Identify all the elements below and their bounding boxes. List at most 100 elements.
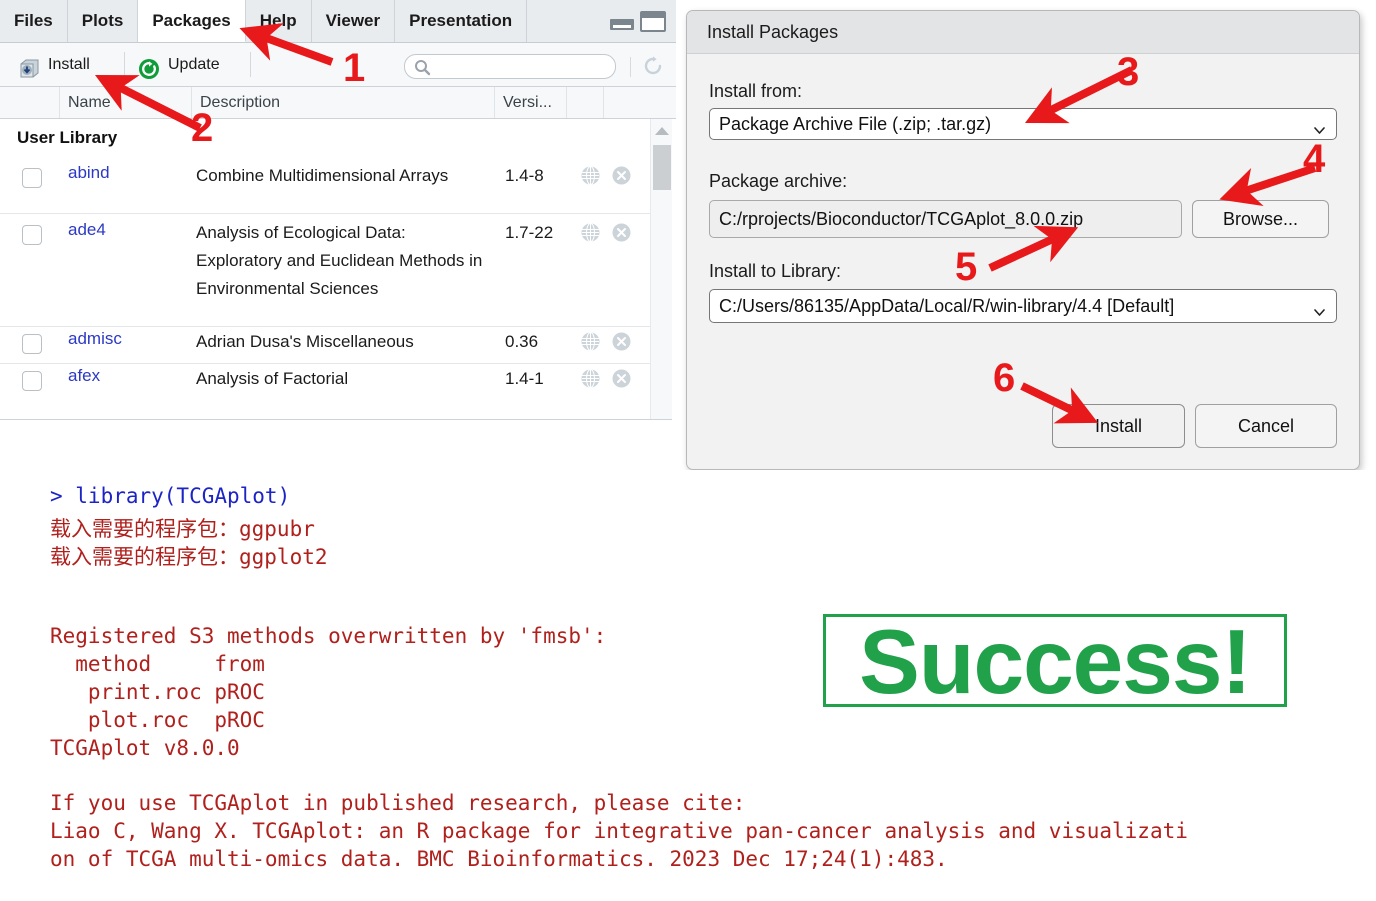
maximize-icon[interactable] — [640, 11, 666, 32]
refresh-icon[interactable] — [641, 54, 665, 78]
tab-files[interactable]: Files — [0, 0, 68, 42]
console-line: Registered S3 methods overwritten by 'fm… — [50, 624, 607, 648]
globe-icon[interactable] — [581, 223, 600, 242]
install-to-library-label: Install to Library: — [709, 261, 842, 281]
install-to-library-select[interactable]: C:/Users/86135/AppData/Local/R/win-libra… — [709, 289, 1337, 323]
install-packages-dialog: Install Packages Install from: Package A… — [686, 10, 1360, 470]
row-package-name[interactable]: ade4 — [68, 220, 106, 240]
globe-icon[interactable] — [581, 369, 600, 388]
console-line: plot.roc pROC — [50, 708, 265, 732]
tab-packages[interactable]: Packages — [138, 0, 246, 42]
cancel-button[interactable]: Cancel — [1195, 404, 1337, 448]
packages-list: User Library abind Combine Multidimensio… — [0, 119, 676, 420]
install-button[interactable]: Install — [18, 43, 90, 86]
toolbar-separator-2 — [250, 52, 251, 77]
row-description: Analysis of Ecological Data: Exploratory… — [196, 223, 483, 298]
dialog-title: Install Packages — [687, 11, 1359, 54]
globe-icon[interactable] — [581, 166, 600, 185]
annotation-number-5: 5 — [955, 245, 978, 289]
remove-package-icon[interactable] — [612, 332, 631, 351]
update-packages-icon — [138, 54, 160, 79]
table-row[interactable]: abind Combine Multidimensional Arrays 1.… — [0, 157, 650, 214]
annotation-number-1: 1 — [343, 46, 366, 90]
packages-scrollbar[interactable] — [650, 119, 672, 419]
install-from-value: Package Archive File (.zip; .tar.gz) — [719, 113, 992, 134]
column-header-check[interactable] — [0, 87, 60, 118]
row-checkbox[interactable] — [22, 371, 42, 391]
library-section-header: User Library — [17, 128, 118, 147]
cancel-button-label: Cancel — [1237, 415, 1295, 436]
row-checkbox[interactable] — [22, 334, 42, 354]
chevron-down-icon — [1314, 302, 1325, 316]
table-row[interactable]: ade4 Analysis of Ecological Data: Explor… — [0, 214, 650, 327]
install-from-select[interactable]: Package Archive File (.zip; .tar.gz) — [709, 108, 1337, 140]
package-archive-value: C:/rprojects/Bioconductor/TCGAplot_8.0.0… — [719, 208, 1084, 229]
column-header-version[interactable]: Versi... — [495, 87, 567, 118]
column-header-name[interactable]: Name — [60, 87, 192, 118]
row-version: 1.4-8 — [505, 166, 544, 185]
pane-right-edge — [672, 119, 676, 420]
row-package-name[interactable]: afex — [68, 366, 100, 386]
minimize-icon[interactable] — [610, 19, 634, 30]
row-checkbox[interactable] — [22, 225, 42, 245]
toolbar-separator-3 — [630, 57, 631, 77]
install-dialog-button[interactable]: Install — [1052, 404, 1185, 448]
remove-package-icon[interactable] — [612, 369, 631, 388]
column-header-description[interactable]: Description — [192, 87, 495, 118]
row-description: Combine Multidimensional Arrays — [196, 166, 449, 185]
column-header-remove[interactable] — [604, 87, 676, 118]
tab-viewer[interactable]: Viewer — [312, 0, 396, 42]
search-input[interactable] — [404, 54, 616, 79]
row-checkbox[interactable] — [22, 168, 42, 188]
install-button-label: Install — [48, 56, 90, 73]
window-controls — [608, 0, 670, 42]
success-banner-text: Success! — [859, 612, 1252, 713]
annotation-number-3: 3 — [1117, 50, 1140, 94]
console-line: > library(TCGAplot) — [50, 484, 291, 508]
console-line: 载入需要的程序包：ggplot2 — [50, 545, 328, 569]
row-package-name[interactable]: admisc — [68, 329, 122, 349]
row-description: Adrian Dusa's Miscellaneous — [196, 332, 414, 351]
row-description: Analysis of Factorial — [196, 369, 349, 388]
remove-package-icon[interactable] — [612, 223, 631, 242]
package-archive-field[interactable]: C:/rprojects/Bioconductor/TCGAplot_8.0.0… — [709, 200, 1182, 238]
table-row[interactable]: afex Analysis of Factorial 1.4-1 — [0, 364, 650, 401]
install-dialog-button-label: Install — [1094, 415, 1143, 436]
install-from-label: Install from: — [709, 81, 803, 101]
chevron-down-icon — [1314, 120, 1325, 134]
console-line: TCGAplot v8.0.0 — [50, 736, 240, 760]
update-button-label: Update — [168, 56, 220, 73]
browse-button-label: Browse... — [1222, 208, 1299, 229]
tab-plots[interactable]: Plots — [68, 0, 139, 42]
row-package-name[interactable]: abind — [68, 163, 110, 183]
console-line: If you use TCGAplot in published researc… — [50, 791, 746, 815]
tab-help[interactable]: Help — [246, 0, 312, 42]
annotation-number-4: 4 — [1303, 137, 1326, 181]
row-version: 1.7-22 — [505, 223, 554, 242]
row-version: 1.4-1 — [505, 369, 544, 388]
annotation-number-2: 2 — [191, 106, 214, 150]
pane-tabstrip: Files Plots Packages Help Viewer Present… — [0, 0, 676, 43]
console-line: print.roc pROC — [50, 680, 265, 704]
annotation-number-6: 6 — [993, 356, 1016, 400]
package-archive-label: Package archive: — [709, 171, 848, 191]
search-icon — [414, 59, 431, 76]
install-package-icon — [18, 54, 40, 78]
tab-presentation[interactable]: Presentation — [395, 0, 528, 42]
update-button[interactable]: Update — [138, 43, 220, 86]
success-banner: Success! — [823, 612, 1287, 713]
console-line: on of TCGA multi-omics data. BMC Bioinfo… — [50, 847, 948, 871]
globe-icon[interactable] — [581, 332, 600, 351]
scrollbar-thumb[interactable] — [653, 145, 671, 190]
row-version: 0.36 — [505, 332, 539, 351]
column-header-browse[interactable] — [567, 87, 604, 118]
console-line: Liao C, Wang X. TCGAplot: an R package f… — [50, 819, 1188, 843]
console-line: method from — [50, 652, 265, 676]
toolbar-separator-1 — [124, 52, 125, 77]
remove-package-icon[interactable] — [612, 166, 631, 185]
table-row[interactable]: admisc Adrian Dusa's Miscellaneous 0.36 — [0, 327, 650, 364]
browse-button[interactable]: Browse... — [1192, 200, 1329, 238]
packages-column-headers: Name Description Versi... — [0, 87, 676, 119]
packages-pane: Files Plots Packages Help Viewer Present… — [0, 0, 676, 420]
scroll-up-arrow-icon[interactable] — [655, 127, 669, 135]
